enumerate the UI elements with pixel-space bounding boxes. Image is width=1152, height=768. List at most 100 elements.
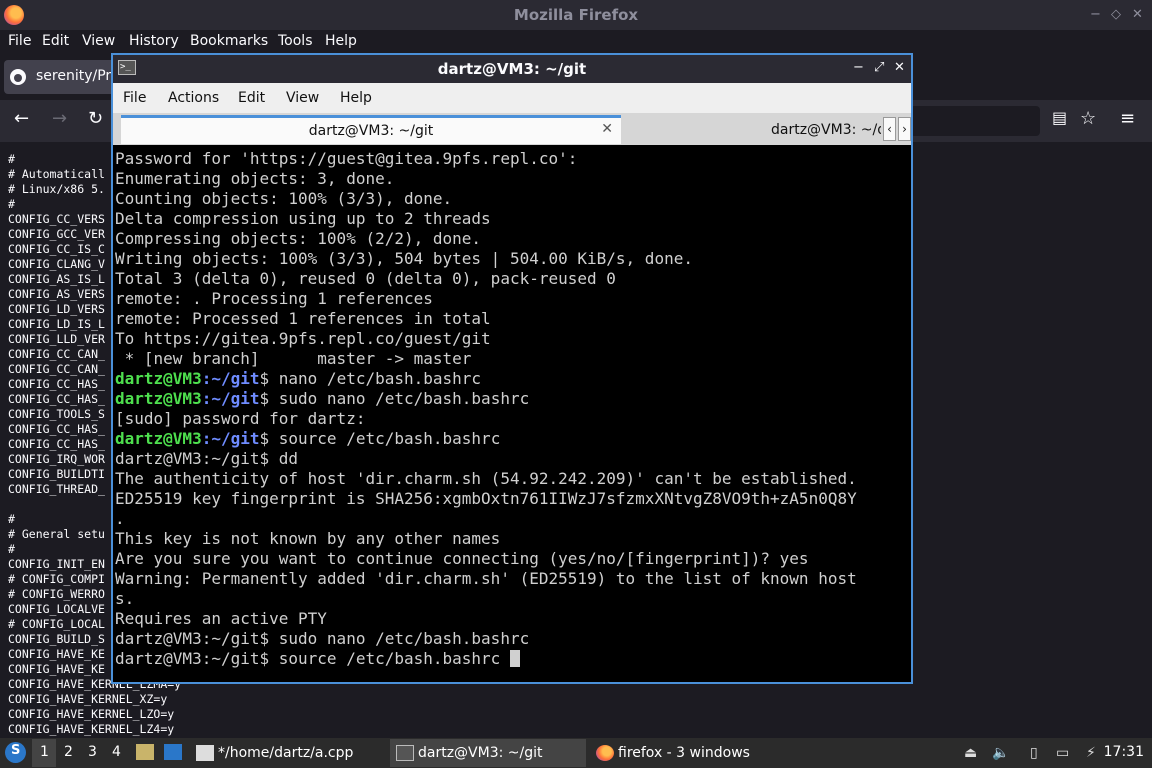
- terminal-tab-label: dartz@VM3: ~/d: [771, 122, 881, 138]
- menu-bookmarks[interactable]: Bookmarks: [190, 33, 268, 49]
- output-text: s.: [115, 589, 135, 608]
- text-editor-icon: [196, 745, 214, 761]
- menu-file[interactable]: File: [8, 33, 31, 49]
- terminal-line: Enumerating objects: 3, done.: [115, 169, 910, 189]
- back-icon[interactable]: ←: [14, 108, 29, 129]
- output-text: The authenticity of host 'dir.charm.sh (…: [115, 469, 857, 488]
- terminal-line: Compressing objects: 100% (2/2), done.: [115, 229, 910, 249]
- workspace-1[interactable]: 1: [40, 744, 49, 760]
- prompt-path: :~/git: [201, 429, 260, 448]
- taskbar: 1 2 3 4 */home/dartz/a.cpp dartz@VM3: ~/…: [0, 738, 1152, 768]
- output-text: [sudo] password for dartz:: [115, 409, 366, 428]
- menu-history[interactable]: History: [129, 33, 179, 49]
- task-label: firefox - 3 windows: [618, 745, 750, 761]
- terminal-menu-edit[interactable]: Edit: [238, 90, 265, 106]
- maximize-icon[interactable]: ◇: [1111, 7, 1121, 22]
- task-firefox[interactable]: firefox - 3 windows: [596, 739, 776, 767]
- clipboard-icon[interactable]: ▯: [1030, 745, 1038, 761]
- terminal-line: s.: [115, 589, 910, 609]
- close-icon[interactable]: ✕: [1132, 7, 1143, 22]
- eject-icon[interactable]: ⏏: [964, 745, 977, 761]
- code-line: CONFIG_HAVE_KERNEL_LZO=y: [8, 707, 175, 721]
- terminal-titlebar: >_ dartz@VM3: ~/git − ⤢ ✕: [113, 55, 911, 83]
- output-text: Are you sure you want to continue connec…: [115, 549, 809, 568]
- terminal-tab-label: dartz@VM3: ~/git: [308, 123, 434, 139]
- minimize-icon[interactable]: −: [853, 60, 864, 75]
- output-text: dartz@VM3:~/git$ sudo nano /etc/bash.bas…: [115, 629, 530, 648]
- menu-edit[interactable]: Edit: [42, 33, 69, 49]
- output-text: Requires an active PTY: [115, 609, 327, 628]
- tab-scroll-right-icon[interactable]: ›: [898, 117, 911, 141]
- minimize-icon[interactable]: −: [1090, 7, 1101, 22]
- show-desktop-icon[interactable]: [164, 744, 182, 760]
- url-bar[interactable]: [910, 106, 1040, 136]
- command-text: $ source /etc/bash.bashrc: [259, 429, 501, 448]
- terminal-line: dartz@VM3:~/git$ sudo nano /etc/bash.bas…: [115, 389, 910, 409]
- tab-close-icon[interactable]: ✕: [601, 121, 613, 137]
- output-text: Total 3 (delta 0), reused 0 (delta 0), p…: [115, 269, 616, 288]
- start-menu-icon[interactable]: [5, 742, 26, 763]
- terminal-line: Counting objects: 100% (3/3), done.: [115, 189, 910, 209]
- terminal-menu-actions[interactable]: Actions: [168, 90, 219, 106]
- terminal-menu-help[interactable]: Help: [340, 90, 372, 106]
- reader-view-icon[interactable]: ▤: [1052, 108, 1067, 127]
- terminal-line: Are you sure you want to continue connec…: [115, 549, 910, 569]
- terminal-line: .: [115, 509, 910, 529]
- task-terminal[interactable]: dartz@VM3: ~/git: [390, 739, 586, 767]
- close-icon[interactable]: ✕: [894, 60, 905, 75]
- reload-icon[interactable]: ↻: [88, 108, 103, 129]
- terminal-line: [sudo] password for dartz:: [115, 409, 910, 429]
- terminal-line: remote: . Processing 1 references: [115, 289, 910, 309]
- firefox-tab-label: serenity/Pro: [36, 68, 120, 84]
- tab-scroll-left-icon[interactable]: ‹: [883, 117, 896, 141]
- terminal-cursor: [509, 650, 520, 667]
- terminal-tab-active[interactable]: dartz@VM3: ~/git ✕: [121, 115, 621, 144]
- terminal-menubar: File Actions Edit View Help: [113, 83, 911, 113]
- output-text: ED25519 key fingerprint is SHA256:xgmbOx…: [115, 489, 857, 508]
- terminal-line: Password for 'https://guest@gitea.9pfs.r…: [115, 149, 910, 169]
- terminal-output[interactable]: Password for 'https://guest@gitea.9pfs.r…: [114, 147, 910, 682]
- terminal-line: Requires an active PTY: [115, 609, 910, 629]
- code-line: CONFIG_HAVE_KERNEL_LZ4=y: [8, 722, 175, 736]
- terminal-tab-inactive[interactable]: dartz@VM3: ~/d: [625, 115, 881, 144]
- menu-view[interactable]: View: [82, 33, 115, 49]
- file-manager-icon[interactable]: [136, 744, 154, 760]
- firefox-titlebar: Mozilla Firefox − ◇ ✕: [0, 0, 1152, 30]
- task-label: dartz@VM3: ~/git: [418, 745, 543, 761]
- firefox-window-title: Mozilla Firefox: [513, 6, 639, 24]
- hamburger-menu-icon[interactable]: ≡: [1120, 108, 1135, 129]
- bookmark-star-icon[interactable]: ☆: [1080, 108, 1096, 129]
- terminal-line: Total 3 (delta 0), reused 0 (delta 0), p…: [115, 269, 910, 289]
- maximize-icon[interactable]: ⤢: [874, 60, 884, 75]
- workspace-2[interactable]: 2: [64, 744, 73, 760]
- task-editor[interactable]: */home/dartz/a.cpp: [196, 739, 386, 767]
- terminal-line: dartz@VM3:~/git$ source /etc/bash.bashrc: [115, 649, 910, 669]
- power-icon[interactable]: ⚡: [1086, 745, 1096, 761]
- terminal-window[interactable]: >_ dartz@VM3: ~/git − ⤢ ✕ File Actions E…: [111, 53, 913, 684]
- terminal-menu-file[interactable]: File: [123, 90, 146, 106]
- github-icon: [10, 69, 26, 85]
- terminal-menu-view[interactable]: View: [286, 90, 319, 106]
- output-text: Compressing objects: 100% (2/2), done.: [115, 229, 482, 248]
- output-text: Delta compression using up to 2 threads: [115, 209, 491, 228]
- command-text: $ sudo nano /etc/bash.bashrc: [259, 389, 530, 408]
- forward-icon[interactable]: →: [52, 108, 67, 129]
- output-text: Writing objects: 100% (3/3), 504 bytes |…: [115, 249, 693, 268]
- command-text: $ nano /etc/bash.bashrc: [259, 369, 482, 388]
- code-line: CONFIG_HAVE_KERNEL_XZ=y: [8, 692, 168, 706]
- terminal-line: To https://gitea.9pfs.repl.co/guest/git: [115, 329, 910, 349]
- task-label: */home/dartz/a.cpp: [218, 745, 354, 761]
- menu-tools[interactable]: Tools: [278, 33, 313, 49]
- terminal-line: The authenticity of host 'dir.charm.sh (…: [115, 469, 910, 489]
- terminal-line: dartz@VM3:~/git$ nano /etc/bash.bashrc: [115, 369, 910, 389]
- output-text: This key is not known by any other names: [115, 529, 501, 548]
- terminal-line: Delta compression using up to 2 threads: [115, 209, 910, 229]
- output-text: remote: Processed 1 references in total: [115, 309, 491, 328]
- network-icon[interactable]: ▭: [1056, 745, 1069, 761]
- terminal-line: Warning: Permanently added 'dir.charm.sh…: [115, 569, 910, 589]
- terminal-line: ED25519 key fingerprint is SHA256:xgmbOx…: [115, 489, 910, 509]
- workspace-4[interactable]: 4: [112, 744, 121, 760]
- volume-icon[interactable]: 🔈: [992, 745, 1009, 761]
- workspace-3[interactable]: 3: [88, 744, 97, 760]
- menu-help[interactable]: Help: [325, 33, 357, 49]
